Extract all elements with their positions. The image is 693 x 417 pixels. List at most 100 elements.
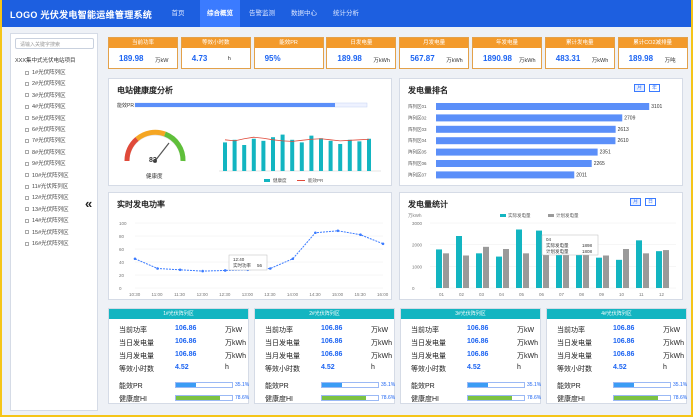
stats-actual-bar [476, 253, 482, 288]
checkbox-icon[interactable] [25, 207, 29, 212]
tree-item[interactable]: 10#光伏阵列区 [25, 171, 69, 179]
tree-item[interactable]: 2#光伏阵列区 [25, 79, 66, 87]
stats-actual-bar [516, 229, 522, 288]
checkbox-icon[interactable] [25, 93, 29, 98]
rt-point[interactable] [156, 267, 159, 270]
checkbox-icon[interactable] [25, 161, 29, 166]
array-hours-label: 等效小时数 [119, 366, 154, 373]
checkbox-icon[interactable] [25, 127, 29, 132]
collapse-sidebar-icon[interactable]: « [85, 196, 92, 211]
rank-bar [436, 114, 623, 122]
rt-point[interactable] [201, 269, 204, 273]
checkbox-icon[interactable] [25, 70, 29, 75]
stats-actual-bar [536, 230, 542, 288]
stats-tooltip-a-label: 实际发电量 [546, 242, 569, 249]
nav-data-center[interactable]: 数据中心 [284, 0, 324, 27]
checkbox-icon[interactable] [25, 81, 29, 86]
rt-point[interactable] [381, 242, 385, 246]
health-bar [261, 140, 266, 171]
gauge-label: 健康度 [146, 172, 163, 180]
checkbox-icon[interactable] [25, 116, 29, 121]
stats-plan-bar [463, 255, 469, 288]
nav-home[interactable]: 首页 [158, 0, 198, 27]
rt-point[interactable] [133, 257, 137, 261]
array-power-unit: 万kW [371, 327, 389, 334]
array-month-value: 106.86 [613, 351, 635, 358]
stats-actual-bar [616, 259, 622, 288]
checkbox-icon[interactable] [25, 184, 29, 189]
health-bar [223, 142, 227, 171]
array-pr-label: 能效PR [411, 383, 435, 390]
rt-point[interactable] [178, 268, 182, 272]
array-hi-bar-fill [614, 396, 659, 400]
rt-point[interactable] [336, 229, 340, 233]
tree-item-label: 13#光伏阵列区 [32, 206, 69, 213]
tree-item[interactable]: 5#光伏阵列区 [25, 114, 66, 122]
array-day-value: 106.86 [613, 338, 635, 345]
tree-item[interactable]: 16#光伏阵列区 [25, 239, 69, 247]
tree-item[interactable]: 14#光伏阵列区 [25, 216, 69, 224]
health-bar [299, 142, 304, 171]
tree-item[interactable]: 11#光伏阵列区 [25, 182, 68, 190]
array-pr-bar [467, 382, 525, 388]
rt-x-tick: 12:30 [219, 292, 231, 297]
legend-pr-label: 能效PR [308, 177, 324, 184]
tree-item[interactable]: 1#光伏阵列区 [25, 68, 66, 76]
stats-y-tick: 1000 [412, 264, 423, 269]
checkbox-icon[interactable] [25, 138, 29, 143]
checkbox-icon[interactable] [25, 173, 29, 178]
tree-root-node[interactable]: XXX集中式光伏电站项目 [15, 56, 76, 64]
rt-point[interactable] [291, 257, 295, 261]
array-hours-value: 4.52 [321, 364, 335, 371]
tree-item-label: 2#光伏阵列区 [32, 81, 66, 88]
tree-item[interactable]: 8#光伏阵列区 [25, 148, 66, 156]
rank-category: 阵列区05 [408, 149, 427, 156]
rank-bar [436, 160, 592, 167]
checkbox-icon[interactable] [25, 195, 29, 200]
array-hi-bar [321, 395, 379, 401]
nav-statistics[interactable]: 统计分析 [326, 0, 366, 27]
array-month-label: 当月发电量 [557, 353, 592, 360]
rt-point[interactable] [223, 269, 227, 272]
kpi-value: 567.87 [410, 54, 435, 63]
kpi-label: 年发电量 [473, 38, 541, 48]
realtime-chart: 0 20 40 60 80 100 10:30 11:00 11:30 12:00 12:30 13:… [119, 221, 389, 297]
rt-x-tick: 14:00 [287, 292, 299, 297]
legend-health-label: 健康度 [273, 177, 287, 184]
array-card[interactable]: 3#光伏阵列区 当前功率 106.86 万kW 当日发电量 106.86 万kWh 当月发电量… [400, 308, 541, 404]
checkbox-icon[interactable] [25, 230, 29, 235]
array-month-value: 106.86 [467, 351, 489, 358]
rt-point[interactable] [268, 267, 272, 270]
stats-x-tick: 05 [519, 292, 525, 297]
tree-item[interactable]: 12#光伏阵列区 [25, 193, 69, 201]
kpi-card: 月发电量 567.87 万kWh [399, 37, 470, 69]
nav-overview[interactable]: 综合概览 [200, 0, 240, 27]
tree-item[interactable]: 9#光伏阵列区 [25, 159, 66, 167]
health-pr-label: 能效PR [117, 102, 134, 109]
kpi-card: 累计CO2减排量 189.98 万吨 [617, 37, 688, 69]
tree-item[interactable]: 3#光伏阵列区 [25, 91, 66, 99]
rt-point[interactable] [359, 233, 362, 236]
nav-alarm[interactable]: 告警监测 [242, 0, 282, 27]
array-card[interactable]: 4#光伏阵列区 当前功率 106.86 万kW 当日发电量 106.86 万kWh 当月发电量… [546, 308, 687, 404]
checkbox-icon[interactable] [25, 218, 29, 223]
array-hours-value: 4.52 [467, 364, 481, 371]
array-month-label: 当月发电量 [411, 353, 446, 360]
tree-item[interactable]: 7#光伏阵列区 [25, 136, 66, 144]
tree-item[interactable]: 4#光伏阵列区 [25, 102, 66, 110]
tree-item[interactable]: 13#光伏阵列区 [25, 205, 69, 213]
array-month-unit: 万kWh [371, 353, 392, 360]
stats-legend-plan-swatch [548, 214, 554, 217]
search-input[interactable]: 请输入关键字搜索 [15, 38, 94, 49]
rank-category: 阵列区07 [408, 171, 427, 178]
tree-item[interactable]: 15#光伏阵列区 [25, 228, 69, 236]
rt-point[interactable] [314, 231, 317, 235]
array-card[interactable]: 1#光伏阵列区 当前功率 106.86 万kW 当日发电量 106.86 万kWh 当月发电量… [108, 308, 249, 404]
kpi-label: 月发电量 [400, 38, 469, 48]
checkbox-icon[interactable] [25, 104, 29, 109]
array-card[interactable]: 2#光伏阵列区 当前功率 106.86 万kW 当日发电量 106.86 万kWh 当月发电量… [254, 308, 395, 404]
checkbox-icon[interactable] [25, 150, 29, 155]
checkbox-icon[interactable] [25, 241, 29, 246]
array-power-label: 当前功率 [411, 327, 439, 334]
tree-item[interactable]: 6#光伏阵列区 [25, 125, 66, 133]
